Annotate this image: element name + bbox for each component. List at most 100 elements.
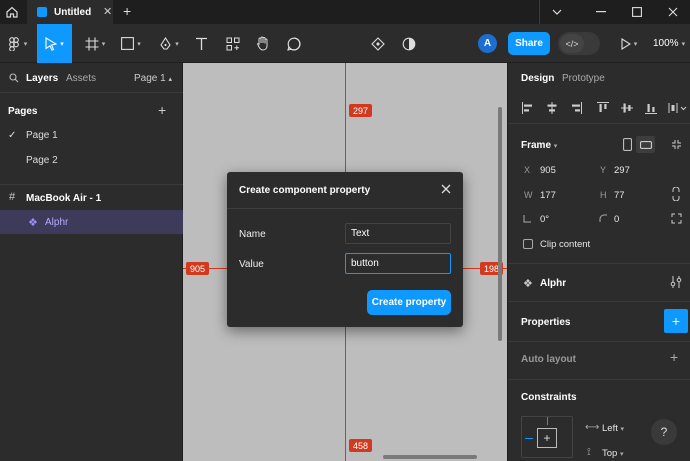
constraint-left-marker — [525, 438, 533, 439]
y-label: Y — [600, 165, 607, 175]
dev-mode-icon: </> — [560, 34, 584, 53]
corner-radius-icon — [599, 214, 608, 226]
divider — [508, 301, 690, 302]
title-bar: Untitled ✕ + — [0, 0, 690, 24]
x-label: X — [524, 165, 531, 175]
landscape-icon[interactable] — [636, 136, 655, 153]
h-value[interactable]: 77 — [614, 190, 625, 201]
close-icon[interactable] — [439, 182, 453, 196]
new-tab-plus-icon[interactable]: + — [123, 3, 131, 19]
constrain-proportions-icon[interactable] — [672, 186, 680, 204]
divider — [0, 184, 183, 185]
align-left-icon[interactable] — [521, 101, 535, 115]
components-icon[interactable] — [367, 24, 389, 63]
hand-tool-icon[interactable] — [252, 24, 274, 63]
measure-top: 297 — [349, 104, 373, 117]
zoom-level[interactable]: 100% ▾ — [653, 38, 685, 49]
layer-frame[interactable]: # MacBook Air - 1 — [0, 189, 183, 209]
y-value[interactable]: 297 — [614, 165, 630, 176]
alignment-row — [508, 93, 690, 124]
properties-heading: Properties — [521, 317, 571, 328]
w-value[interactable]: 177 — [540, 190, 556, 201]
file-tab[interactable]: Untitled ✕ — [27, 0, 113, 24]
component-icon: ❖ — [523, 278, 533, 290]
measure-bottom: 458 — [349, 439, 373, 452]
component-tool-icon[interactable] — [222, 24, 244, 63]
clip-content-label: Clip content — [540, 239, 591, 250]
independent-corners-icon[interactable] — [671, 213, 682, 227]
home-icon[interactable] — [0, 0, 24, 24]
divider — [508, 379, 690, 380]
clip-content-checkbox[interactable] — [523, 239, 533, 249]
contrast-icon[interactable] — [398, 24, 420, 63]
x-value[interactable]: 905 — [540, 165, 556, 176]
horizontal-scrollbar[interactable] — [383, 455, 477, 459]
help-button[interactable]: ? — [651, 419, 677, 445]
dialog-header: Create component property — [227, 172, 463, 209]
radius-value[interactable]: 0 — [614, 214, 619, 225]
frame-heading[interactable]: Frame ▾ — [521, 140, 557, 151]
constraint-widget[interactable]: + — [521, 416, 573, 458]
chevron-down-icon[interactable] — [540, 0, 574, 24]
constraint-vertical[interactable]: Top ▾ — [602, 448, 623, 459]
frame-tool-icon[interactable]: ▾ — [80, 24, 110, 63]
dialog-title: Create component property — [239, 185, 371, 196]
avatar[interactable]: A — [478, 34, 497, 53]
maximize-icon[interactable] — [620, 0, 654, 24]
component-settings-icon[interactable] — [670, 275, 682, 292]
create-component-property-dialog: Create component property Name Value Cre… — [227, 172, 463, 327]
align-right-icon[interactable] — [569, 101, 583, 115]
text-tool-icon[interactable] — [190, 24, 212, 63]
vertical-constraint-icon: ⟟ — [587, 447, 591, 458]
pen-tool-icon[interactable]: ▾ — [154, 24, 184, 63]
layer-component-label: Alphr — [45, 217, 69, 228]
close-tab-icon[interactable]: ✕ — [103, 5, 112, 18]
figma-menu-icon[interactable]: ▾ — [0, 24, 34, 63]
add-auto-layout-plus-icon[interactable]: + — [670, 349, 678, 365]
rotation-value[interactable]: 0° — [540, 214, 549, 225]
pages-heading: Pages — [8, 106, 38, 117]
minimize-icon[interactable] — [584, 0, 618, 24]
name-input[interactable] — [345, 223, 451, 244]
align-horizontal-center-icon[interactable] — [545, 101, 559, 115]
layers-panel: Layers Assets Page 1 ▴ Pages + ✓ Page 1 … — [0, 63, 183, 461]
divider — [508, 263, 690, 264]
align-top-icon[interactable] — [596, 101, 610, 115]
constraint-top-marker — [547, 417, 548, 425]
check-icon: ✓ — [8, 130, 17, 141]
vertical-scrollbar[interactable] — [498, 107, 502, 341]
resize-to-fit-icon[interactable] — [671, 139, 682, 153]
present-icon[interactable]: ▾ — [615, 24, 643, 63]
tab-design[interactable]: Design — [521, 73, 554, 84]
page-item-1[interactable]: Page 1 — [26, 130, 58, 141]
layer-component[interactable]: ❖ Alphr — [0, 210, 183, 234]
create-property-button[interactable]: Create property — [367, 290, 451, 315]
divider — [508, 341, 690, 342]
dev-mode-toggle[interactable]: </> — [558, 32, 600, 55]
tab-layers[interactable]: Layers — [26, 73, 58, 84]
share-button[interactable]: Share — [508, 32, 550, 55]
comment-tool-icon[interactable] — [283, 24, 305, 63]
tab-assets[interactable]: Assets — [66, 73, 96, 84]
move-tool-icon[interactable]: ▾ — [37, 24, 72, 63]
page-item-2[interactable]: Page 2 — [26, 155, 58, 166]
toolbar: ▾ ▾ ▾ ▾ ▾ A Share </> ▾ 100% ▾ — [0, 24, 690, 63]
add-page-plus-icon[interactable]: + — [158, 102, 166, 118]
value-input[interactable] — [345, 253, 451, 274]
tab-title: Untitled — [54, 6, 92, 18]
align-bottom-icon[interactable] — [644, 101, 658, 115]
file-icon — [37, 7, 47, 17]
align-vertical-center-icon[interactable] — [620, 101, 634, 115]
component-name: Alphr — [540, 278, 567, 289]
portrait-icon[interactable] — [623, 138, 632, 154]
add-property-plus-icon[interactable]: + — [664, 309, 688, 333]
page-selector[interactable]: Page 1 ▴ — [134, 73, 172, 84]
constraint-center-plus-icon: + — [537, 428, 557, 448]
constraint-horizontal[interactable]: Left ▾ — [602, 423, 624, 434]
tab-prototype[interactable]: Prototype — [562, 73, 605, 84]
rectangle-tool-icon[interactable]: ▾ — [116, 24, 146, 63]
distribute-icon[interactable] — [668, 101, 688, 115]
search-icon[interactable] — [9, 73, 19, 86]
component-icon: ❖ — [28, 217, 38, 229]
close-window-icon[interactable] — [656, 0, 690, 24]
